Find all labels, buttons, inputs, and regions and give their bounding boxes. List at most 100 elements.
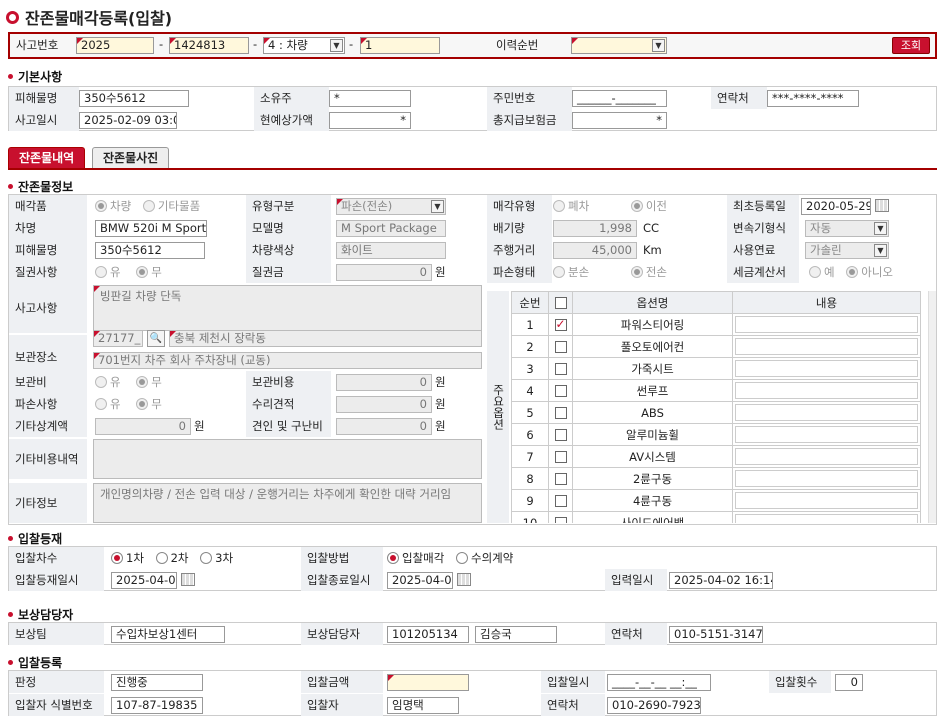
tab-salvage-photos[interactable]: 잔존물사진 <box>92 147 170 169</box>
contact-field[interactable]: ***-****-**** <box>767 90 859 107</box>
bid-count-field[interactable]: 0 <box>835 674 863 691</box>
input-date-field[interactable]: 2025-04-02 16:14 <box>669 572 773 589</box>
accident-detail-field[interactable]: 빙판길 차량 단독 <box>93 285 482 331</box>
option-row[interactable]: 8 2륜구동 <box>511 467 921 490</box>
calendar-icon[interactable] <box>181 573 195 586</box>
accident-type-select[interactable]: 4 : 차량 ▼ <box>263 37 345 54</box>
color-field[interactable]: 화이트 <box>336 242 446 259</box>
option-checkbox[interactable] <box>554 429 567 441</box>
history-seq-select[interactable]: ▼ <box>571 37 667 54</box>
option-content-input[interactable] <box>735 360 918 377</box>
fuel-select[interactable]: 가솔린 ▼ <box>805 242 889 259</box>
comp-manager-id-field[interactable]: 101205134 <box>387 626 469 643</box>
expected-value-field[interactable]: * <box>329 112 411 129</box>
lien-no-radio[interactable]: 무 <box>136 261 162 283</box>
model-field[interactable]: M Sport Package <box>336 220 446 237</box>
round-1-radio[interactable]: 1차 <box>111 547 144 569</box>
option-row[interactable]: 5 ABS <box>511 401 921 424</box>
other-cost-field[interactable] <box>93 439 482 479</box>
option-checkbox[interactable] <box>554 495 567 507</box>
option-row[interactable]: 2 풀오토에어컨 <box>511 335 921 358</box>
option-checkbox[interactable] <box>554 517 567 523</box>
accident-number-input[interactable]: 1424813 <box>169 37 249 54</box>
option-content-input[interactable] <box>735 426 918 443</box>
option-checkbox[interactable] <box>554 317 567 331</box>
sale-transfer-radio[interactable]: 이전 <box>630 195 667 217</box>
first-reg-field[interactable]: 2020-05-29 <box>801 198 871 215</box>
option-checkbox[interactable] <box>554 341 567 353</box>
accident-seq-input[interactable]: 1 <box>360 37 440 54</box>
storage-cost-field[interactable]: 0 <box>336 374 432 391</box>
bidder-field[interactable]: 임명택 <box>387 697 459 714</box>
option-content-input[interactable] <box>735 338 918 355</box>
option-content-input[interactable] <box>735 382 918 399</box>
victim-field[interactable]: 350수5612 <box>79 90 189 107</box>
method-private-radio[interactable]: 수의계약 <box>455 547 513 569</box>
option-content-input[interactable] <box>735 448 918 465</box>
comp-team-field[interactable]: 수입차보상1센터 <box>111 626 225 643</box>
zip-field[interactable]: 27177_ <box>93 330 143 347</box>
sale-scrap-radio[interactable]: 폐차 <box>553 195 589 217</box>
damage-total-radio[interactable]: 전손 <box>630 261 667 283</box>
other-offset-field[interactable]: 0 <box>95 418 191 435</box>
option-checkbox[interactable] <box>554 363 567 375</box>
bidder-id-field[interactable]: 107-87-19835 <box>111 697 203 714</box>
victim-field-2[interactable]: 350수5612 <box>95 242 205 259</box>
mileage-field[interactable]: 45,000 <box>553 242 637 259</box>
item-other-radio[interactable]: 기타물품 <box>142 195 200 217</box>
round-3-radio[interactable]: 3차 <box>200 547 233 569</box>
option-row[interactable]: 3 가죽시트 <box>511 357 921 380</box>
displacement-field[interactable]: 1,998 <box>553 220 637 237</box>
type-select[interactable]: 파손(전손) ▼ <box>336 198 446 215</box>
lien-yes-radio[interactable]: 유 <box>95 261 121 283</box>
option-checkbox[interactable] <box>554 473 567 485</box>
method-bid-radio[interactable]: 입찰매각 <box>387 547 444 569</box>
tab-salvage-details[interactable]: 잔존물내역 <box>8 147 86 169</box>
option-checkbox[interactable] <box>554 407 567 419</box>
select-all-checkbox[interactable] <box>554 297 567 309</box>
address1-field[interactable]: 충북 제천시 장락동 <box>169 330 482 347</box>
options-scrollbar[interactable] <box>928 291 936 523</box>
owner-field[interactable]: * <box>329 90 411 107</box>
damage-partial-radio[interactable]: 분손 <box>553 261 589 283</box>
option-row[interactable]: 10 사이드에어백 <box>511 511 921 523</box>
bid-start-field[interactable]: 2025-04-02 <box>111 572 177 589</box>
calendar-icon[interactable] <box>875 199 889 212</box>
towing-fee-field[interactable]: 0 <box>336 418 432 435</box>
search-icon[interactable]: 🔍 <box>147 330 165 347</box>
tax-yes-radio[interactable]: 예 <box>809 261 835 283</box>
storage-fee-yes-radio[interactable]: 유 <box>95 371 121 393</box>
option-content-input[interactable] <box>735 404 918 421</box>
option-content-input[interactable] <box>735 470 918 487</box>
total-insurance-field[interactable]: * <box>572 112 667 129</box>
option-content-input[interactable] <box>735 316 918 333</box>
option-checkbox[interactable] <box>554 385 567 397</box>
calendar-icon[interactable] <box>457 573 471 586</box>
car-name-field[interactable]: BMW 520i M Sport <box>95 220 207 237</box>
option-row[interactable]: 4 썬루프 <box>511 379 921 402</box>
search-button[interactable]: 조회 <box>892 37 930 54</box>
accident-date-field[interactable]: 2025-02-09 03:00 <box>79 112 177 129</box>
option-row[interactable]: 9 4륜구동 <box>511 489 921 512</box>
tax-no-radio[interactable]: 아니오 <box>846 261 893 283</box>
item-car-radio[interactable]: 차량 <box>95 195 131 217</box>
rrn-field[interactable]: ______-_______ <box>572 90 667 107</box>
option-row[interactable]: 6 알루미늄휠 <box>511 423 921 446</box>
option-content-input[interactable] <box>735 514 918 523</box>
address2-field[interactable]: 701번지 차주 회사 주차장내 (교동) <box>93 352 482 369</box>
damage-yes-radio[interactable]: 유 <box>95 393 121 415</box>
bidder-tel-field[interactable]: 010-2690-7923 <box>607 697 701 714</box>
option-row[interactable]: 7 AV시스템 <box>511 445 921 468</box>
storage-fee-no-radio[interactable]: 무 <box>136 371 162 393</box>
other-info-field[interactable]: 개인명의차량 / 전손 입력 대상 / 운행거리는 차주에게 확인한 대략 거리… <box>93 483 482 523</box>
bid-amount-field[interactable] <box>387 674 469 691</box>
damage-no-radio[interactable]: 무 <box>136 393 162 415</box>
accident-year-input[interactable]: 2025 <box>76 37 154 54</box>
lien-amount-field[interactable]: 0 <box>336 264 432 281</box>
comp-manager-name-field[interactable]: 김승국 <box>475 626 557 643</box>
option-content-input[interactable] <box>735 492 918 509</box>
comp-tel-field[interactable]: 010-5151-3147 <box>669 626 763 643</box>
repair-estimate-field[interactable]: 0 <box>336 396 432 413</box>
round-2-radio[interactable]: 2차 <box>155 547 188 569</box>
transmission-select[interactable]: 자동 ▼ <box>805 220 889 237</box>
